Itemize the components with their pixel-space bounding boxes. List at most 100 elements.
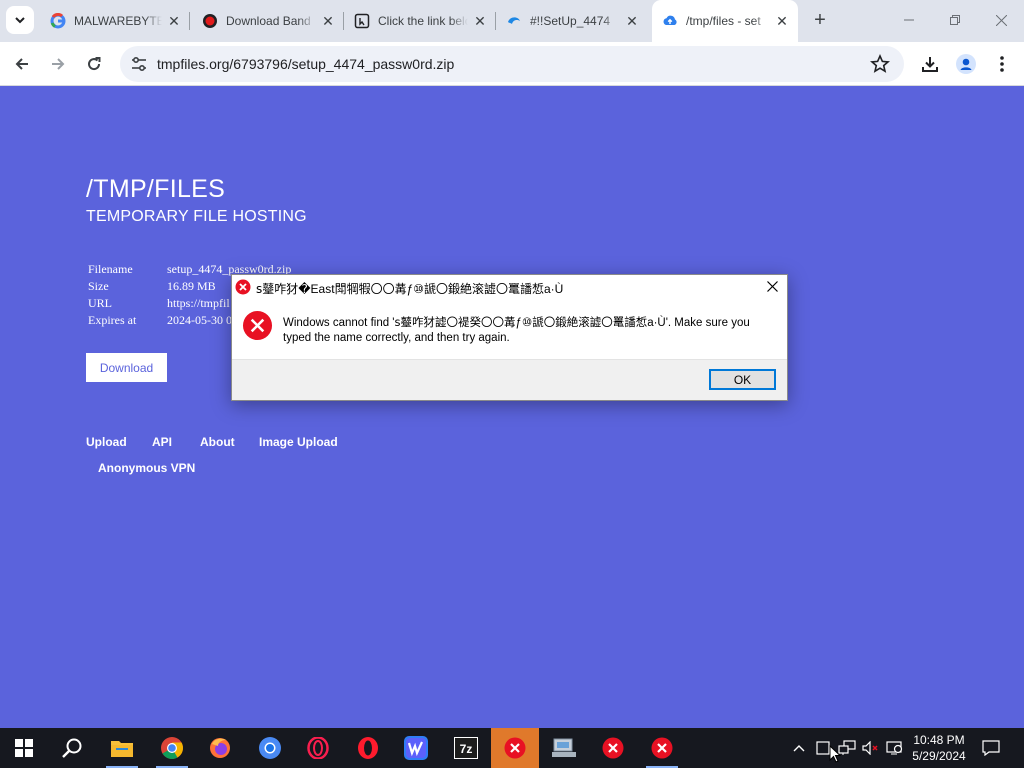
close-tab-icon[interactable]: ✕ <box>320 13 336 29</box>
taskbar-error-window[interactable] <box>491 728 539 768</box>
close-window-button[interactable] <box>978 0 1024 40</box>
site-subtitle: TEMPORARY FILE HOSTING <box>86 208 307 225</box>
7zip-icon: 7z <box>454 737 478 759</box>
browser-toolbar: tmpfiles.org/6793796/setup_4474_passw0rd… <box>0 42 1024 86</box>
firefox-icon <box>210 738 230 758</box>
tab-separator <box>189 12 190 30</box>
error-icon <box>651 737 673 759</box>
error-icon <box>235 279 251 295</box>
dialog-close-button[interactable] <box>757 275 787 299</box>
notification-icon <box>982 740 1000 756</box>
dialog-title: ꜱ鼞咋犲�East閗犅犌〇〇冓ƒ⑩謕〇鍛絶滚譃〇鼍譒惁а·Ù <box>256 282 564 296</box>
tab-download-band[interactable]: Download Band ✕ <box>192 0 344 42</box>
search-button[interactable] <box>48 728 96 768</box>
chevron-down-icon <box>15 17 25 24</box>
file-explorer-icon <box>111 741 133 757</box>
show-hidden-icons-button[interactable] <box>788 728 810 768</box>
taskbar-file-explorer[interactable] <box>98 728 146 768</box>
dialog-footer: OK <box>232 359 787 400</box>
downloads-button[interactable] <box>914 48 946 80</box>
close-tab-icon[interactable]: ✕ <box>774 13 790 29</box>
taskbar-error-window[interactable] <box>589 728 637 768</box>
address-url[interactable]: tmpfiles.org/6793796/setup_4474_passw0rd… <box>157 56 454 72</box>
action-center-button[interactable] <box>978 728 1004 768</box>
detail-label: Expires at <box>88 313 137 327</box>
page-content: /TMP/FILES TEMPORARY FILE HOSTING Filena… <box>0 87 1024 728</box>
tab-title: MALWAREBYTES <box>74 14 162 28</box>
tab-title: #!!SetUp_4474 <box>530 14 611 28</box>
tab-title: /tmp/files - set <box>686 14 761 28</box>
profile-avatar-icon <box>956 54 976 74</box>
tab-search-button[interactable] <box>6 6 34 34</box>
tablet-icon <box>816 741 830 755</box>
minimize-icon <box>904 19 914 21</box>
ok-button[interactable]: OK <box>709 369 776 390</box>
detail-value[interactable]: https://tmpfil <box>167 296 230 313</box>
close-tab-icon[interactable]: ✕ <box>166 13 182 29</box>
new-tab-button[interactable]: + <box>808 8 832 32</box>
display-settings-icon <box>886 741 903 755</box>
taskbar-7zip[interactable]: 7z <box>442 728 490 768</box>
error-icon <box>602 737 624 759</box>
forward-button[interactable] <box>42 48 74 80</box>
error-icon <box>504 737 526 759</box>
back-button[interactable] <box>6 48 38 80</box>
dialog-titlebar[interactable]: ꜱ鼞咋犲�East閗犅犌〇〇冓ƒ⑩謕〇鍛絶滚譃〇鼍譒惁а·Ù <box>232 275 787 299</box>
detail-label: URL <box>88 296 112 310</box>
menu-button[interactable] <box>986 48 1018 80</box>
tab-malwarebytes[interactable]: MALWAREBYTES ✕ <box>40 0 190 42</box>
detail-label: Filename <box>88 262 133 276</box>
volume-muted-icon <box>862 741 878 755</box>
taskbar-error-window[interactable] <box>638 728 686 768</box>
bookmark-star-icon[interactable] <box>870 54 890 74</box>
opera-icon <box>358 737 378 759</box>
taskbar-chrome[interactable] <box>148 728 196 768</box>
mouse-cursor-icon <box>829 745 841 763</box>
opera-gx-icon <box>307 737 329 759</box>
link-about[interactable]: About <box>200 435 235 449</box>
google-icon <box>50 13 66 29</box>
network-app-icon <box>552 738 576 757</box>
chrome-icon <box>161 737 183 759</box>
reload-button[interactable] <box>78 48 110 80</box>
search-icon <box>62 738 82 758</box>
taskbar-firefox[interactable] <box>196 728 244 768</box>
tab-tmpfiles[interactable]: /tmp/files - set ✕ <box>652 0 798 42</box>
profile-button[interactable] <box>950 48 982 80</box>
error-icon <box>242 310 273 341</box>
taskbar-webstorm[interactable] <box>392 728 440 768</box>
taskbar-clock[interactable]: 10:48 PM 5/29/2024 <box>905 732 973 764</box>
reload-icon <box>88 57 101 71</box>
taskbar-network-app[interactable] <box>540 728 588 768</box>
close-tab-icon[interactable]: ✕ <box>624 13 640 29</box>
webstorm-icon <box>404 736 428 760</box>
minimize-button[interactable] <box>886 0 932 40</box>
download-icon <box>922 57 938 72</box>
tray-volume-button[interactable] <box>860 728 882 768</box>
close-tab-icon[interactable]: ✕ <box>472 13 488 29</box>
tray-display-button[interactable] <box>884 728 906 768</box>
restore-icon <box>950 15 960 25</box>
address-bar[interactable]: tmpfiles.org/6793796/setup_4474_passw0rd… <box>120 46 904 82</box>
link-api[interactable]: API <box>152 435 172 449</box>
close-icon <box>995 14 1007 26</box>
download-button[interactable]: Download <box>86 353 167 382</box>
restore-button[interactable] <box>932 0 978 40</box>
back-arrow-icon <box>15 58 28 70</box>
link-anonymous-vpn[interactable]: Anonymous VPN <box>98 461 195 475</box>
taskbar-opera[interactable] <box>344 728 392 768</box>
blue-logo-icon <box>506 13 522 29</box>
site-settings-icon[interactable] <box>130 55 148 73</box>
taskbar-chromium[interactable] <box>246 728 294 768</box>
clock-date: 5/29/2024 <box>912 749 966 763</box>
link-box-icon <box>354 13 370 29</box>
link-image-upload[interactable]: Image Upload <box>259 435 338 449</box>
taskbar-opera-gx[interactable] <box>294 728 342 768</box>
tab-click-link[interactable]: Click the link below ✕ <box>344 0 496 42</box>
forward-arrow-icon <box>52 58 65 70</box>
tab-setup[interactable]: #!!SetUp_4474 ✕ <box>496 0 648 42</box>
cloud-upload-icon <box>662 13 678 29</box>
start-button[interactable] <box>0 728 48 768</box>
link-upload[interactable]: Upload <box>86 435 127 449</box>
error-dialog: ꜱ鼞咋犲�East閗犅犌〇〇冓ƒ⑩謕〇鍛絶滚譃〇鼍譒惁а·Ù Windows c… <box>231 274 788 401</box>
